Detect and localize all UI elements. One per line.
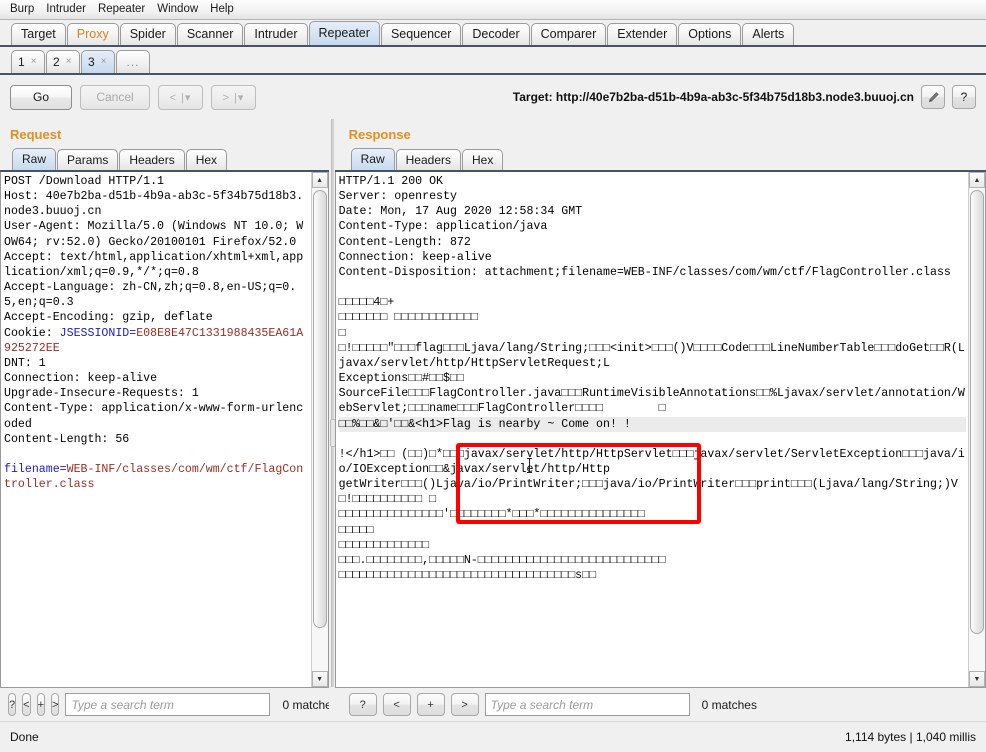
response-highlighted-line: □□%□□&□'□□&<h1>Flag is nearby ~ Come on!… (338, 416, 966, 432)
response-title: Response (348, 127, 411, 142)
request-scroll-thumb[interactable] (312, 190, 327, 628)
status-message: Done (10, 730, 39, 744)
request-cookie-label: Cookie: (4, 326, 60, 340)
burp-suite-window: Burp Intruder Repeater Window Help Targe… (0, 0, 986, 752)
cancel-button[interactable]: Cancel (80, 84, 150, 110)
main-tab-bar: Target Proxy Spider Scanner Intruder Rep… (0, 20, 986, 47)
request-tab-bar: Raw Params Headers Hex (0, 148, 329, 172)
tab-target[interactable]: Target (11, 23, 66, 45)
request-tab-hex[interactable]: Hex (185, 149, 228, 170)
menu-item-repeater[interactable]: Repeater (92, 2, 151, 17)
tab-scanner[interactable]: Scanner (176, 23, 244, 45)
response-match-count: 0 matches (701, 697, 757, 712)
tab-repeater[interactable]: Repeater (308, 21, 380, 45)
request-search-add-button[interactable]: + (36, 693, 45, 716)
request-pane: Request Raw Params Headers Hex POST /Dow… (0, 119, 338, 721)
request-search-help-button[interactable]: ? (8, 693, 17, 716)
menu-item-burp[interactable]: Burp (4, 2, 40, 17)
menu-item-window[interactable]: Window (151, 2, 204, 17)
target-label: Target: http://40e7b2ba-d51b-4b9a-ab3c-5… (512, 90, 914, 104)
scroll-down-icon[interactable]: ▼ (969, 671, 985, 687)
repeater-tab-1-label: 1 (18, 55, 25, 69)
repeater-tab-1[interactable]: 1 × (11, 50, 45, 73)
scroll-up-icon[interactable]: ▲ (311, 172, 328, 188)
close-icon[interactable]: × (101, 51, 107, 73)
response-editor-wrap: HTTP/1.1 200 OK Server: openresty Date: … (334, 172, 986, 688)
response-search-next-button[interactable]: > (450, 693, 479, 716)
request-param-key: filename= (4, 462, 67, 476)
edit-target-button[interactable] (921, 85, 945, 109)
response-pane: Response Raw Headers Hex HTTP/1.1 200 OK… (334, 119, 986, 721)
response-search-bar: ? < + > 0 matches (334, 688, 986, 721)
response-scrollbar[interactable]: ▲ ▼ (968, 172, 985, 687)
request-scroll-track[interactable] (311, 188, 328, 671)
menu-item-help[interactable]: Help (204, 2, 240, 17)
repeater-tab-new[interactable]: ... (116, 50, 150, 73)
text-caret (526, 458, 532, 473)
tab-alerts[interactable]: Alerts (742, 23, 795, 45)
pencil-icon (928, 91, 939, 102)
response-scroll-thumb[interactable] (970, 190, 984, 634)
target-help-button[interactable]: ? (952, 85, 976, 109)
response-tab-hex[interactable]: Hex (462, 149, 504, 170)
repeater-tab-bar: 1 × 2 × 3 × ... (0, 47, 986, 75)
close-icon[interactable]: × (31, 51, 37, 73)
response-search-input[interactable] (484, 693, 690, 716)
tab-extender[interactable]: Extender (607, 23, 678, 45)
tab-spider[interactable]: Spider (119, 23, 176, 45)
request-tab-params[interactable]: Params (57, 149, 119, 170)
response-scroll-track[interactable] (969, 188, 985, 671)
response-editor[interactable]: HTTP/1.1 200 OK Server: openresty Date: … (336, 172, 968, 687)
response-body-text: !</h1>□□ (□□)□*□□□javax/servlet/http/Htt… (338, 447, 965, 583)
response-tab-raw[interactable]: Raw (350, 148, 395, 170)
tab-options[interactable]: Options (678, 23, 742, 45)
response-tab-headers[interactable]: Headers (395, 149, 461, 170)
tab-decoder[interactable]: Decoder (462, 23, 530, 45)
request-tab-headers[interactable]: Headers (119, 149, 185, 170)
status-bar: Done 1,114 bytes | 1,040 millis (0, 721, 986, 752)
request-scrollbar[interactable]: ▲ ▼ (310, 172, 328, 687)
target-area: Target: http://40e7b2ba-d51b-4b9a-ab3c-5… (513, 85, 976, 109)
response-search-help-button[interactable]: ? (348, 693, 377, 716)
request-headers-text: POST /Download HTTP/1.1 Host: 40e7b2ba-d… (4, 175, 304, 325)
repeater-tab-2-label: 2 (53, 55, 60, 69)
menu-bar: Burp Intruder Repeater Window Help (0, 0, 986, 20)
menu-item-intruder[interactable]: Intruder (40, 2, 92, 17)
go-button[interactable]: Go (10, 84, 72, 110)
response-stats: 1,114 bytes | 1,040 millis (845, 730, 976, 744)
forward-button[interactable]: > |▾ (211, 84, 256, 110)
tab-proxy[interactable]: Proxy (66, 23, 119, 45)
repeater-tab-3-label: 3 (88, 55, 95, 69)
repeater-tab-2[interactable]: 2 × (46, 50, 80, 73)
request-search-input[interactable] (65, 693, 271, 716)
request-editor[interactable]: POST /Download HTTP/1.1 Host: 40e7b2ba-d… (1, 172, 311, 687)
response-headers-text: HTTP/1.1 200 OK Server: openresty Date: … (338, 175, 965, 416)
tab-comparer[interactable]: Comparer (530, 23, 607, 45)
response-search-prev-button[interactable]: < (382, 693, 411, 716)
request-search-prev-button[interactable]: < (22, 693, 31, 716)
request-cookie-key: JSESSIONID= (59, 326, 137, 340)
action-toolbar: Go Cancel < |▾ > |▾ Target: http://40e7b… (0, 75, 986, 119)
tab-sequencer[interactable]: Sequencer (380, 23, 462, 45)
scroll-down-icon[interactable]: ▼ (311, 671, 328, 687)
request-search-bar: ? < + > 0 matches (0, 688, 338, 721)
request-headers-text-2: DNT: 1 Connection: keep-alive Upgrade-In… (4, 356, 304, 446)
response-tab-bar: Raw Headers Hex (334, 148, 986, 172)
request-editor-wrap: POST /Download HTTP/1.1 Host: 40e7b2ba-d… (0, 172, 329, 688)
request-search-next-button[interactable]: > (51, 693, 60, 716)
repeater-tab-3[interactable]: 3 × (81, 50, 115, 73)
request-response-split: Request Raw Params Headers Hex POST /Dow… (0, 119, 986, 721)
close-icon[interactable]: × (66, 51, 72, 73)
back-button[interactable]: < |▾ (158, 84, 203, 110)
scroll-up-icon[interactable]: ▲ (969, 172, 985, 188)
request-tab-raw[interactable]: Raw (12, 148, 57, 170)
request-title: Request (10, 127, 62, 142)
response-search-add-button[interactable]: + (416, 693, 445, 716)
tab-intruder[interactable]: Intruder (244, 23, 308, 45)
